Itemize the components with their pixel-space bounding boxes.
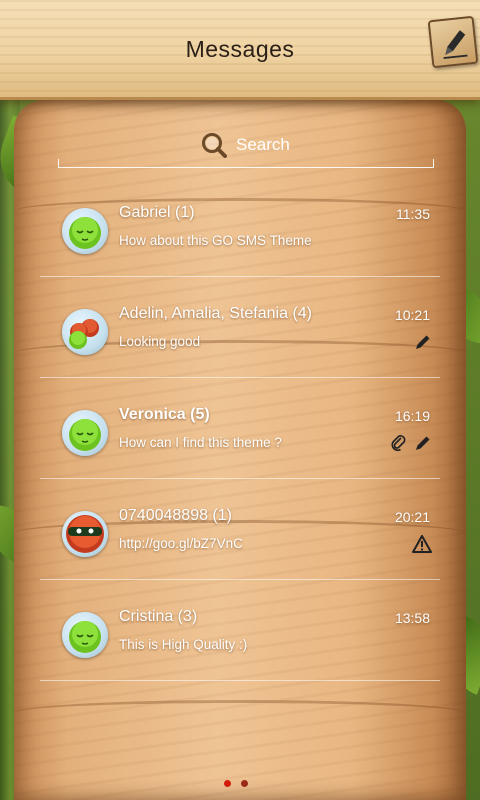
message-preview: This is High Quality :) [119,637,248,652]
message-time: 11:35 [396,206,430,222]
search-bar[interactable]: Search [58,120,434,168]
masked-face-icon [66,515,104,553]
header-bar: Messages [0,0,480,100]
contact-name: Cristina (3) [119,608,198,625]
avatar [62,612,108,658]
message-time: 13:58 [394,610,430,626]
message-preview: http://goo.gl/bZ7VnC [119,536,243,551]
group-faces-icon [69,319,99,349]
contact-name: 0740048898 (1) [119,507,232,524]
contact-name: Gabriel (1) [119,204,195,221]
message-preview: Looking good [119,334,201,349]
message-time: 16:19 [394,408,430,424]
green-face-icon [69,419,101,451]
search-label: Search [236,135,290,154]
message-time: 10:21 [394,307,430,323]
trunk-ring [14,700,466,726]
message-preview: How can I find this theme ? [119,435,282,450]
pencil-icon [443,30,468,60]
green-face-icon [69,621,101,653]
avatar [62,309,108,355]
contact-name: Veronica (5) [119,406,210,423]
search-icon [202,133,227,158]
conversation-list: Gabriel (1) How about this GO SMS Theme … [40,176,440,681]
conversation-row[interactable]: Veronica (5) How can I find this theme ?… [40,378,440,479]
avatar [62,208,108,254]
avatar [62,511,108,557]
page-title: Messages [185,36,295,62]
paperclip-icon [391,435,406,452]
warning-icon [412,535,432,553]
conversation-row[interactable]: Cristina (3) This is High Quality :) 13:… [40,580,440,681]
message-preview: How about this GO SMS Theme [119,233,312,248]
conversation-row[interactable]: Adelin, Amalia, Stefania (4) Looking goo… [40,277,440,378]
conversation-row[interactable]: 0740048898 (1) http://goo.gl/bZ7VnC 20:2… [40,479,440,580]
pencil-icon [416,436,430,450]
compose-button[interactable] [427,15,479,69]
conversation-row[interactable]: Gabriel (1) How about this GO SMS Theme … [40,176,440,277]
message-time: 20:21 [394,509,430,525]
page-dot-active[interactable] [224,780,231,787]
page-dot[interactable] [241,780,248,787]
contact-name: Adelin, Amalia, Stefania (4) [119,305,312,322]
page-indicator [224,780,248,787]
pencil-icon [416,335,430,349]
avatar [62,410,108,456]
green-face-icon [69,217,101,249]
